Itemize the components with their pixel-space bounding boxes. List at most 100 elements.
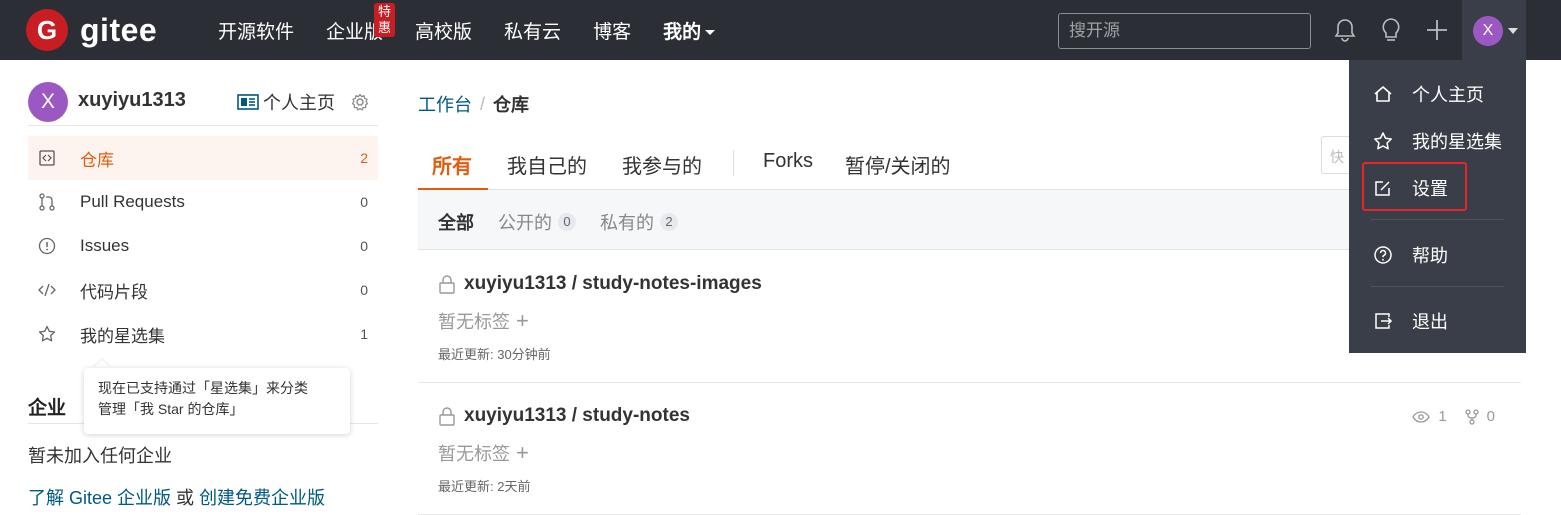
main-nav: 开源软件 企业版 特惠 高校版 私有云 博客 我的 [218, 0, 747, 60]
breadcrumb-workbench[interactable]: 工作台 [418, 91, 472, 117]
repo-tags-empty: 暂无标签 [438, 312, 510, 332]
user-avatar[interactable]: X [28, 82, 68, 122]
star-collection-tooltip: 现在已支持通过「星选集」来分类 管理「我 Star 的仓库」 [84, 368, 350, 434]
repo-link[interactable]: xuyiyu1313 / study-notes [438, 405, 690, 427]
logo-text: gitee [80, 11, 158, 48]
lock-icon [439, 407, 455, 426]
nav-mine-label: 我的 [663, 21, 702, 43]
repo-list-item: xuyiyu1313 / study-notes 暂无标签 + 最近更新: 2天… [418, 383, 1521, 515]
menu-item-profile[interactable]: 个人主页 [1349, 72, 1526, 116]
repo-name: xuyiyu1313 / study-notes [464, 405, 690, 426]
sidebar-item-issues[interactable]: Issues 0 [28, 224, 378, 268]
bell-icon[interactable] [1331, 16, 1359, 44]
nav-open-source[interactable]: 开源软件 [218, 17, 294, 44]
fork-icon [1465, 408, 1479, 425]
edit-icon [1375, 181, 1390, 196]
profile-link-label: 个人主页 [263, 93, 335, 113]
repo-link[interactable]: xuyiyu1313 / study-notes-images [438, 273, 762, 295]
plus-icon[interactable] [1423, 16, 1451, 44]
watchers-count: 1 [1438, 408, 1447, 425]
id-card-icon [237, 94, 259, 110]
menu-item-label: 帮助 [1412, 246, 1448, 266]
divider [28, 125, 378, 126]
menu-item-logout[interactable]: 退出 [1349, 299, 1526, 343]
filter-count: 0 [558, 213, 576, 231]
filter-all[interactable]: 全部 [438, 209, 474, 235]
sidebar-item-count: 0 [360, 194, 368, 210]
sidebar-item-count: 0 [360, 238, 368, 254]
avatar: X [1473, 16, 1503, 46]
top-navbar: G gitee 开源软件 企业版 特惠 高校版 私有云 博客 我的 X [0, 0, 1561, 60]
create-enterprise-link[interactable]: 创建免费企业版 [199, 488, 325, 508]
sidebar-item-snippets[interactable]: 代码片段 0 [28, 268, 378, 312]
help-icon [1374, 246, 1392, 264]
tooltip-line: 现在已支持通过「星选集」来分类 [98, 380, 308, 396]
tab-mine[interactable]: 我自己的 [507, 150, 587, 179]
gear-icon[interactable] [351, 93, 369, 116]
eye-icon [1412, 410, 1431, 423]
watchers-stat[interactable]: 1 [1412, 408, 1447, 425]
nav-education[interactable]: 高校版 [415, 17, 472, 44]
sidebar-item-repos[interactable]: 仓库 2 [28, 136, 378, 180]
sidebar-item-count: 2 [360, 150, 368, 166]
menu-divider [1371, 219, 1504, 220]
repo-updated: 最近更新: 30分钟前 [438, 347, 551, 362]
nav-private-cloud[interactable]: 私有云 [504, 17, 561, 44]
star-icon [1374, 132, 1392, 150]
tab-forks[interactable]: Forks [763, 150, 813, 173]
filter-private[interactable]: 私有的 2 [600, 209, 678, 235]
filter-public[interactable]: 公开的 0 [498, 209, 576, 235]
or-text: 或 [176, 488, 195, 508]
sidebar-item-label: Issues [80, 236, 130, 255]
forks-stat[interactable]: 0 [1465, 408, 1495, 425]
breadcrumb-separator: / [480, 93, 486, 114]
menu-item-star-collections[interactable]: 我的星选集 [1349, 119, 1526, 163]
filter-label: 私有的 [600, 213, 654, 233]
sidebar-item-count: 0 [360, 282, 368, 298]
tooltip-line: 管理「我 Star 的仓库」 [98, 401, 244, 417]
nav-enterprise[interactable]: 企业版 特惠 [326, 2, 396, 44]
menu-divider [1371, 286, 1504, 287]
quick-search-input[interactable]: 快 [1321, 136, 1351, 174]
add-tag-icon[interactable]: + [516, 442, 529, 464]
user-menu-toggle[interactable]: X [1462, 0, 1526, 60]
learn-enterprise-link[interactable]: 了解 Gitee 企业版 [28, 488, 171, 508]
repo-stats: 1 0 [1394, 408, 1495, 425]
tab-participated[interactable]: 我参与的 [622, 150, 702, 179]
repo-tags: 暂无标签 + [438, 440, 529, 466]
enterprise-links: 了解 Gitee 企业版 或 创建免费企业版 [28, 484, 325, 510]
chevron-down-icon [705, 29, 716, 35]
search-input[interactable] [1058, 13, 1311, 49]
menu-item-label: 我的星选集 [1412, 132, 1502, 152]
filter-label: 公开的 [498, 213, 552, 233]
menu-item-help[interactable]: 帮助 [1349, 233, 1526, 277]
filter-count: 2 [660, 213, 678, 231]
sidebar-item-pull-requests[interactable]: Pull Requests 0 [28, 180, 378, 224]
menu-item-label: 退出 [1412, 312, 1448, 332]
lightbulb-icon[interactable] [1377, 16, 1405, 44]
logo-icon: G [26, 9, 68, 51]
sidebar-item-star-collections[interactable]: 我的星选集 1 [28, 312, 378, 356]
repo-tags: 暂无标签 + [438, 308, 529, 334]
sidebar-item-count: 1 [360, 326, 368, 342]
repo-updated: 最近更新: 2天前 [438, 479, 531, 494]
menu-item-settings[interactable]: 设置 [1349, 166, 1526, 210]
sidebar-item-label: 仓库 [80, 150, 114, 170]
add-tag-icon[interactable]: + [516, 310, 529, 332]
nav-blog[interactable]: 博客 [593, 17, 631, 44]
user-dropdown-menu: 个人主页 我的星选集 设置 帮助 退出 [1349, 60, 1526, 353]
forks-count: 0 [1486, 408, 1495, 425]
tab-all[interactable]: 所有 [432, 150, 472, 179]
home-icon [1374, 86, 1392, 102]
profile-link[interactable]: 个人主页 [237, 89, 335, 115]
nav-mine[interactable]: 我的 [663, 17, 716, 44]
sidebar-item-label: Pull Requests [80, 192, 185, 211]
tab-paused-closed[interactable]: 暂停/关闭的 [845, 150, 951, 179]
breadcrumb: 工作台 / 仓库 [418, 91, 529, 117]
username[interactable]: xuyiyu1313 [78, 89, 186, 112]
sidebar-item-label: 代码片段 [80, 282, 148, 302]
repo-tags-empty: 暂无标签 [438, 444, 510, 464]
code-icon [38, 283, 56, 297]
menu-item-label: 个人主页 [1412, 85, 1484, 105]
gitee-logo[interactable]: G gitee [26, 9, 157, 51]
